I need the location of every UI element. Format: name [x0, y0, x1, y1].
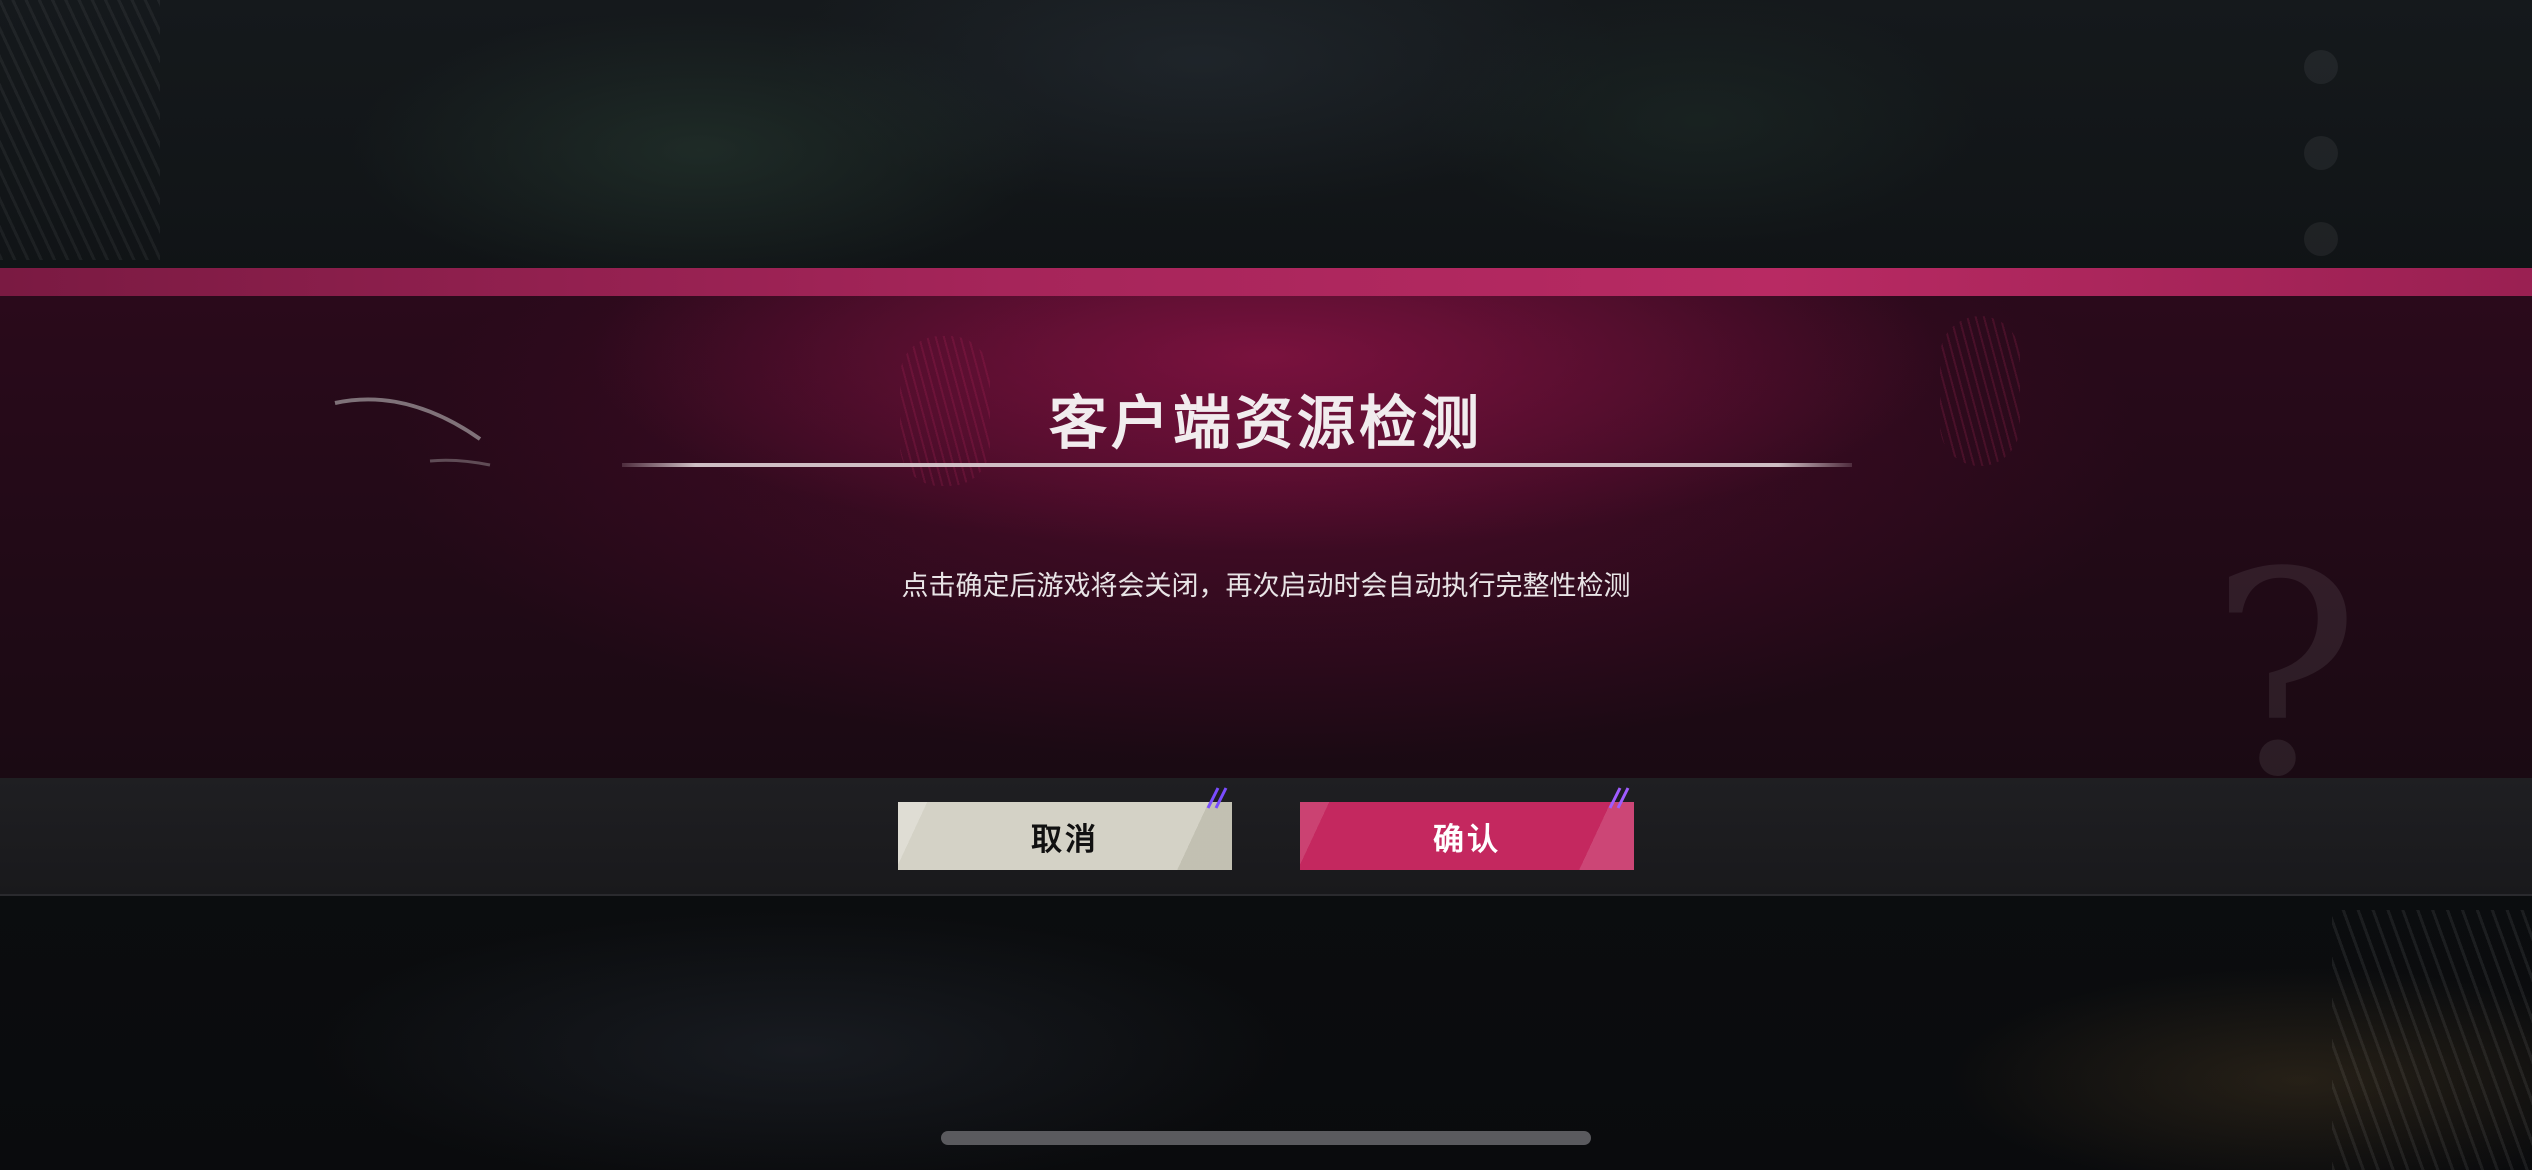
cancel-button[interactable]: 取消 [898, 787, 1232, 870]
dialog-title: 客户端资源检测 [1048, 389, 1483, 457]
cancel-button-label: 取消 [1031, 821, 1099, 858]
hud-dot-icon [2304, 222, 2338, 256]
resource-check-dialog: ? 客户端资源检测 点击确定后游戏将会关闭，再次启动时会自动执行完整性检测 取消… [0, 268, 2532, 898]
confirm-button-label: 确认 [1433, 821, 1501, 858]
game-screen: ? 客户端资源检测 点击确定后游戏将会关闭，再次启动时会自动执行完整性检测 取消… [0, 0, 2532, 1170]
title-divider [622, 463, 1852, 467]
slash-mark-icon [1206, 787, 1228, 809]
dialog-button-bar: 取消 确认 [0, 778, 2532, 896]
dialog-accent-bar [0, 268, 2532, 296]
home-indicator[interactable] [941, 1131, 1591, 1145]
hud-dot-icon [2304, 50, 2338, 84]
dialog-body: ? 客户端资源检测 点击确定后游戏将会关闭，再次启动时会自动执行完整性检测 [0, 296, 2532, 816]
background-sketch-decoration [2332, 910, 2532, 1170]
slash-mark-icon [1608, 787, 1630, 809]
hud-dot-icon [2304, 136, 2338, 170]
background-sketch-decoration [0, 0, 160, 260]
confirm-button[interactable]: 确认 [1300, 787, 1634, 870]
dialog-message: 点击确定后游戏将会关闭，再次启动时会自动执行完整性检测 [901, 571, 1631, 602]
